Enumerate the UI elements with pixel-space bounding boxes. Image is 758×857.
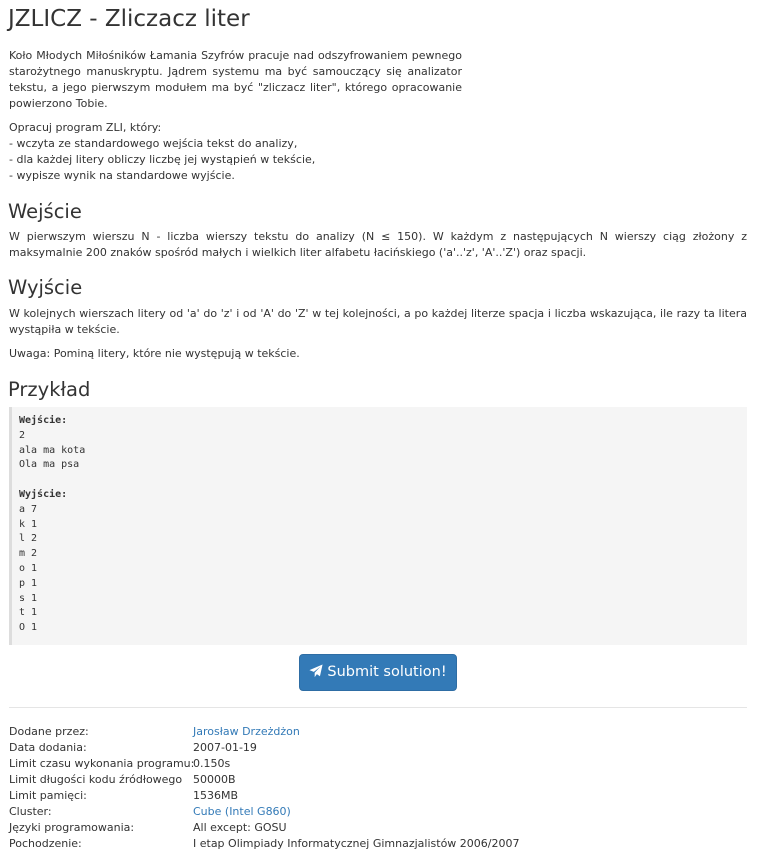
task-item: - wczyta ze standardowego wejścia tekst …	[9, 137, 298, 150]
input-heading: Wejście	[8, 200, 82, 223]
example-output-line: O 1	[19, 622, 38, 634]
info-label: Limit pamięci:	[9, 789, 87, 802]
info-value: All except: GOSU	[193, 821, 287, 834]
problem-page: JZLICZ - Zliczacz liter Koło Młodych Mił…	[0, 0, 758, 857]
example-output-line: m 2	[19, 548, 38, 560]
example-block: Wejście: 2 ala ma kota Ola ma psa Wyjści…	[9, 407, 747, 645]
example-output-line: s 1	[19, 592, 38, 604]
info-row: Data dodania: 2007-01-19	[9, 740, 749, 756]
problem-intro: Koło Młodych Miłośników Łamania Szyfrów …	[9, 49, 462, 110]
submit-label: Submit solution!	[327, 664, 447, 680]
example-input-line: Ola ma psa	[19, 459, 80, 471]
info-row: Cluster: Cube (Intel G860)	[9, 804, 749, 820]
paper-plane-icon	[309, 664, 323, 678]
task-item: - wypisze wynik na standardowe wyjście.	[9, 169, 235, 182]
example-input-line: ala ma kota	[19, 444, 86, 456]
info-value: I etap Olimpiady Informatycznej Gimnazja…	[193, 837, 520, 850]
info-row: Języki programowania: All except: GOSU	[9, 820, 749, 836]
example-output-line: t 1	[19, 607, 38, 619]
info-value: 50000B	[193, 773, 236, 786]
input-description: W pierwszym wierszu N - liczba wierszy t…	[9, 230, 747, 259]
task-description: Opracuj program ZLI, który: - wczyta ze …	[9, 120, 469, 184]
example-heading: Przykład	[8, 378, 91, 401]
problem-info: Dodane przez: Jarosław Drzeżdżon Data do…	[9, 724, 749, 852]
output-note: Uwaga: Pominą litery, które nie występuj…	[9, 347, 300, 360]
info-row: Limit pamięci: 1536MB	[9, 788, 749, 804]
example-output-line: p 1	[19, 577, 38, 589]
info-label: Języki programowania:	[9, 821, 135, 834]
info-value: 0.150s	[193, 757, 231, 770]
output-description: W kolejnych wierszach litery od 'a' do '…	[9, 307, 747, 336]
info-value: 1536MB	[193, 789, 239, 802]
info-label: Dodane przez:	[9, 725, 89, 738]
info-value: 2007-01-19	[193, 741, 257, 754]
example-output-line: k 1	[19, 518, 38, 530]
example-output-line: o 1	[19, 562, 38, 574]
example-input-label: Wejście:	[19, 415, 68, 426]
example-output-label: Wyjście:	[19, 488, 68, 500]
info-row: Limit długości kodu źródłowego 50000B	[9, 772, 749, 788]
example-spacer	[19, 473, 747, 488]
info-label: Limit długości kodu źródłowego	[9, 773, 183, 786]
output-heading: Wyjście	[8, 276, 83, 299]
info-row: Pochodzenie: I etap Olimpiady Informatyc…	[9, 836, 749, 852]
info-label: Cluster:	[9, 805, 52, 818]
example-input-line: 2	[19, 429, 26, 441]
info-row: Limit czasu wykonania programu: 0.150s	[9, 756, 749, 772]
example-output-line: l 2	[19, 533, 38, 545]
info-row: Dodane przez: Jarosław Drzeżdżon	[9, 724, 749, 740]
divider	[9, 707, 747, 708]
submit-solution-button[interactable]: Submit solution!	[299, 654, 457, 691]
page-title: JZLICZ - Zliczacz liter	[8, 6, 250, 32]
info-label: Data dodania:	[9, 741, 87, 754]
info-label: Limit czasu wykonania programu:	[9, 757, 195, 770]
cluster-link[interactable]: Cube (Intel G860)	[193, 804, 291, 820]
author-link[interactable]: Jarosław Drzeżdżon	[193, 724, 300, 740]
task-item: - dla każdej litery obliczy liczbę jej w…	[9, 153, 316, 166]
info-label: Pochodzenie:	[9, 837, 82, 850]
example-output-line: a 7	[19, 503, 38, 515]
task-lead: Opracuj program ZLI, który:	[9, 121, 162, 134]
